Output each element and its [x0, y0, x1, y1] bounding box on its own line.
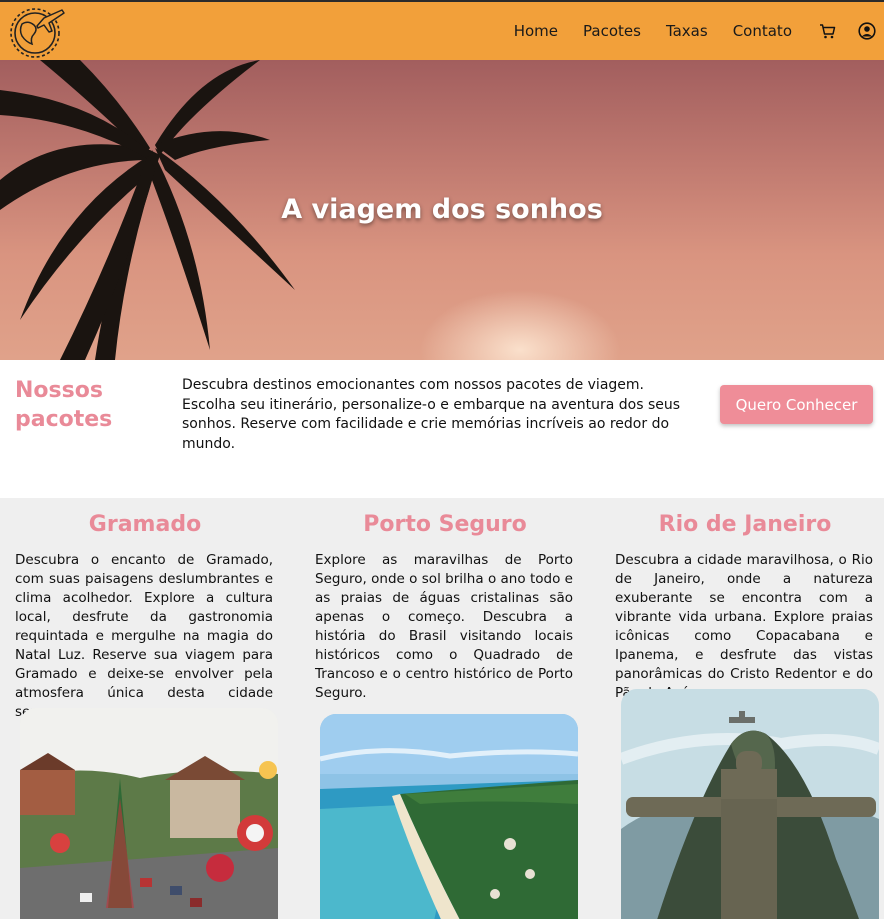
porto-seguro-photo[interactable]	[320, 714, 578, 919]
hero-title: A viagem dos sonhos	[281, 194, 603, 225]
main-nav: Home Pacotes Taxas Contato	[514, 2, 884, 60]
sunset-glow	[420, 290, 620, 360]
packages-section: Gramado Descubra o encanto de Gramado, c…	[0, 498, 884, 919]
rio-de-janeiro-photo[interactable]	[621, 689, 879, 919]
package-title: Rio de Janeiro	[658, 512, 832, 537]
package-title: Porto Seguro	[363, 512, 527, 537]
package-title: Gramado	[88, 512, 202, 537]
nav-link-contato[interactable]: Contato	[733, 22, 792, 40]
hero-banner: A viagem dos sonhos	[0, 60, 884, 360]
package-description: Descubra a cidade maravilhosa, o Rio de …	[615, 552, 873, 701]
quero-conhecer-button[interactable]: Quero Conhecer	[720, 385, 873, 424]
intro-description: Descubra destinos emocionantes com nosso…	[182, 377, 681, 452]
nav-link-taxas[interactable]: Taxas	[666, 22, 708, 40]
package-description: Explore as maravilhas de Porto Seguro, o…	[315, 552, 573, 701]
gramado-photo[interactable]	[20, 708, 278, 919]
travel-logo-icon[interactable]	[8, 4, 66, 58]
site-header: Home Pacotes Taxas Contato	[0, 2, 884, 60]
intro-section: Nossos pacotes Descubra destinos emocion…	[0, 360, 884, 498]
intro-title: Nossos pacotes	[15, 378, 113, 432]
cart-icon[interactable]	[817, 21, 837, 41]
user-icon[interactable]	[857, 21, 877, 41]
nav-link-home[interactable]: Home	[514, 22, 558, 40]
package-description: Descubra o encanto de Gramado, com suas …	[15, 552, 273, 720]
nav-link-pacotes[interactable]: Pacotes	[583, 22, 641, 40]
